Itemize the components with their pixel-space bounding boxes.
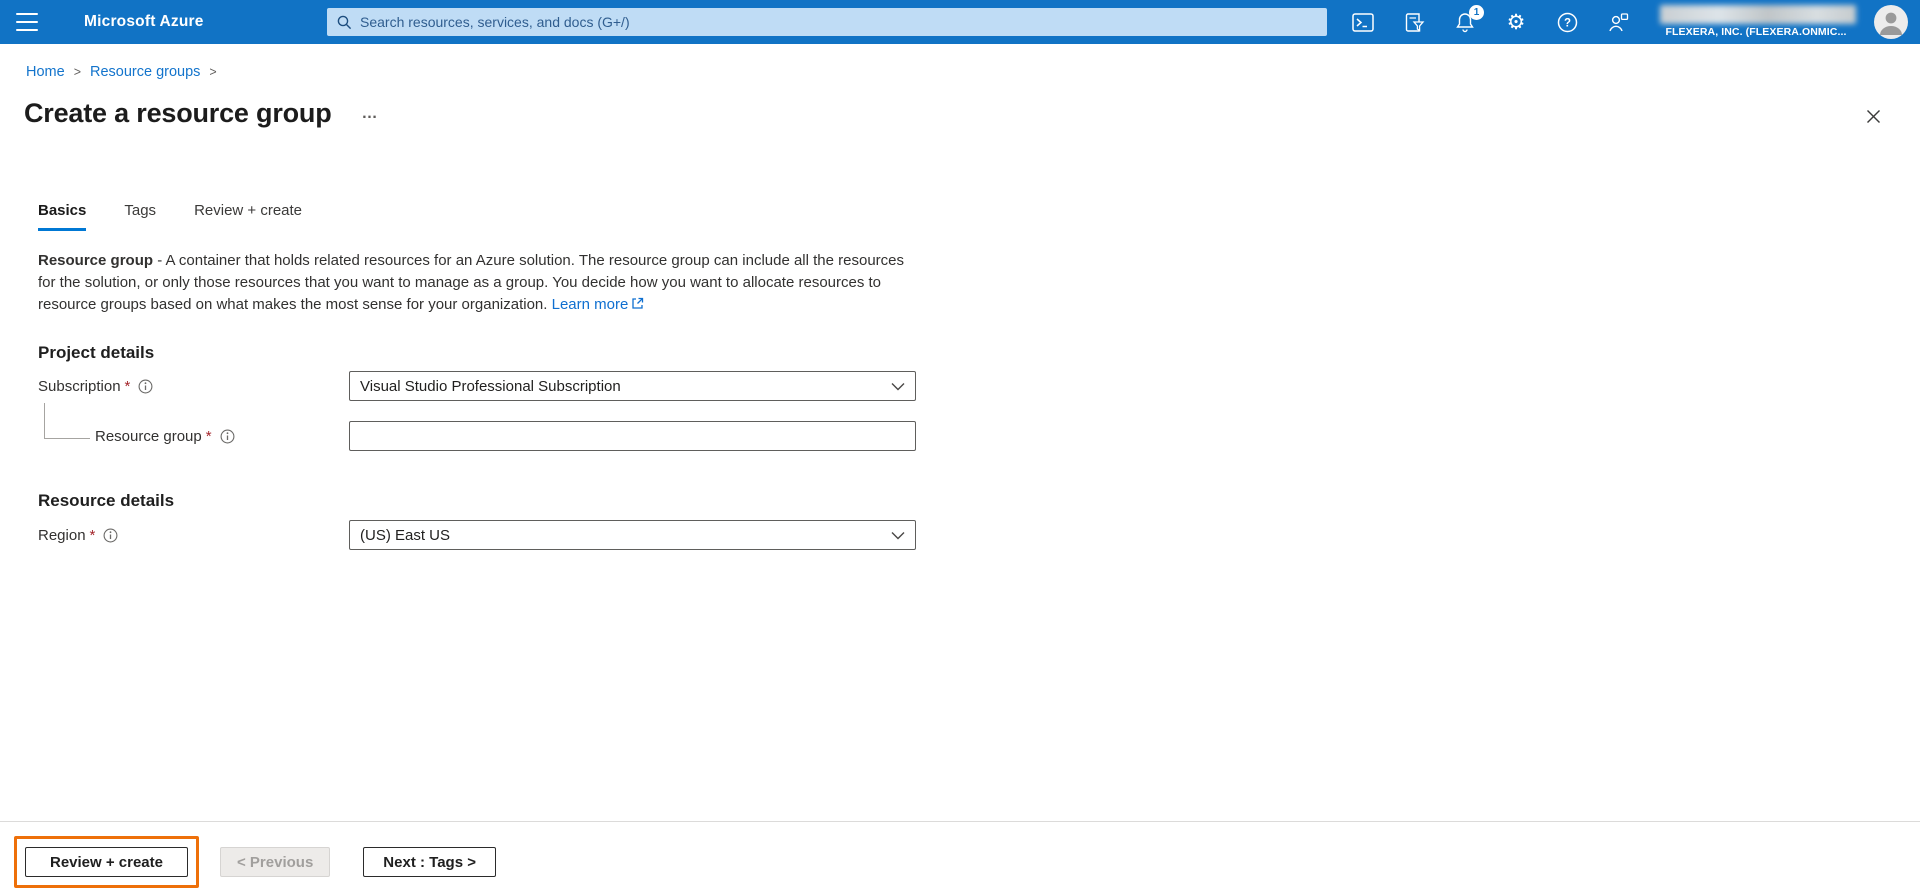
settings-gear-icon[interactable]: ⚙ (1505, 11, 1527, 33)
resource-group-input[interactable] (349, 421, 916, 451)
chevron-down-icon (891, 382, 905, 391)
azure-topbar: Microsoft Azure 1 ⚙ ? FLEXERA, INC. (FLE… (0, 0, 1920, 44)
tenant-name: FLEXERA, INC. (FLEXERA.ONMIC... (1665, 26, 1847, 38)
help-icon[interactable]: ? (1556, 11, 1578, 33)
wizard-tabs: Basics Tags Review + create (38, 202, 302, 231)
project-details-heading: Project details (38, 343, 155, 362)
hamburger-menu-icon[interactable] (16, 13, 38, 31)
external-link-icon (631, 295, 644, 317)
breadcrumb-separator: > (73, 65, 81, 79)
subscription-row: Subscription * Visual Studio Professiona… (38, 371, 916, 401)
region-label: Region * (38, 527, 349, 544)
review-create-button[interactable]: Review + create (25, 847, 188, 877)
notifications-bell-icon[interactable]: 1 (1454, 5, 1484, 33)
breadcrumb-home[interactable]: Home (26, 64, 65, 80)
resource-group-description: Resource group - A container that holds … (38, 250, 906, 317)
footer-buttons: Review + create < Previous Next : Tags > (14, 836, 496, 888)
previous-button[interactable]: < Previous (220, 847, 331, 877)
search-input[interactable] (360, 14, 1317, 30)
resource-details-heading: Resource details (38, 491, 175, 510)
avatar[interactable] (1874, 5, 1908, 39)
required-marker: * (89, 526, 96, 544)
topbar-icon-group: 1 ⚙ ? (1352, 0, 1629, 44)
breadcrumb-separator: > (209, 65, 217, 79)
global-search[interactable] (327, 8, 1327, 36)
cloud-shell-icon[interactable] (1352, 11, 1374, 33)
info-icon[interactable] (138, 379, 153, 394)
learn-more-link[interactable]: Learn more (552, 296, 629, 313)
breadcrumb-resource-groups[interactable]: Resource groups (90, 64, 200, 80)
resource-group-row: Resource group * (38, 421, 916, 451)
account-menu[interactable]: FLEXERA, INC. (FLEXERA.ONMIC... (1650, 0, 1862, 44)
subscription-dropdown[interactable]: Visual Studio Professional Subscription (349, 371, 916, 401)
chevron-down-icon (891, 531, 905, 540)
required-marker: * (205, 427, 212, 445)
azure-brand[interactable]: Microsoft Azure (84, 0, 204, 44)
tab-basics[interactable]: Basics (38, 202, 87, 231)
subscription-label: Subscription * (38, 378, 349, 395)
notification-badge: 1 (1469, 5, 1484, 20)
tab-tags[interactable]: Tags (124, 202, 156, 231)
description-body: - A container that holds related resourc… (38, 252, 905, 313)
info-icon[interactable] (220, 429, 235, 444)
highlight-annotation: Review + create (14, 836, 199, 888)
wizard-footer: Review + create < Previous Next : Tags > (0, 821, 1920, 888)
close-icon[interactable] (1862, 105, 1884, 127)
feedback-icon[interactable] (1607, 11, 1629, 33)
directories-subscriptions-filter-icon[interactable] (1403, 11, 1425, 33)
tab-review-create[interactable]: Review + create (194, 202, 302, 231)
description-lead: Resource group (38, 252, 154, 269)
required-marker: * (124, 377, 131, 395)
page-title: Create a resource group (24, 98, 332, 128)
region-dropdown[interactable]: (US) East US (349, 520, 916, 550)
more-options-ellipsis[interactable]: … (362, 105, 379, 123)
subscription-child-connector (44, 403, 90, 439)
account-name-redacted (1660, 5, 1856, 24)
region-row: Region * (US) East US (38, 520, 916, 550)
next-tags-button[interactable]: Next : Tags > (363, 847, 496, 877)
title-row: Create a resource group … (24, 98, 379, 129)
search-icon (337, 15, 352, 29)
info-icon[interactable] (103, 528, 118, 543)
project-details-fields: Subscription * Visual Studio Professiona… (38, 371, 916, 451)
breadcrumb: Home > Resource groups > (26, 64, 217, 80)
svg-text:?: ? (1563, 17, 1570, 29)
